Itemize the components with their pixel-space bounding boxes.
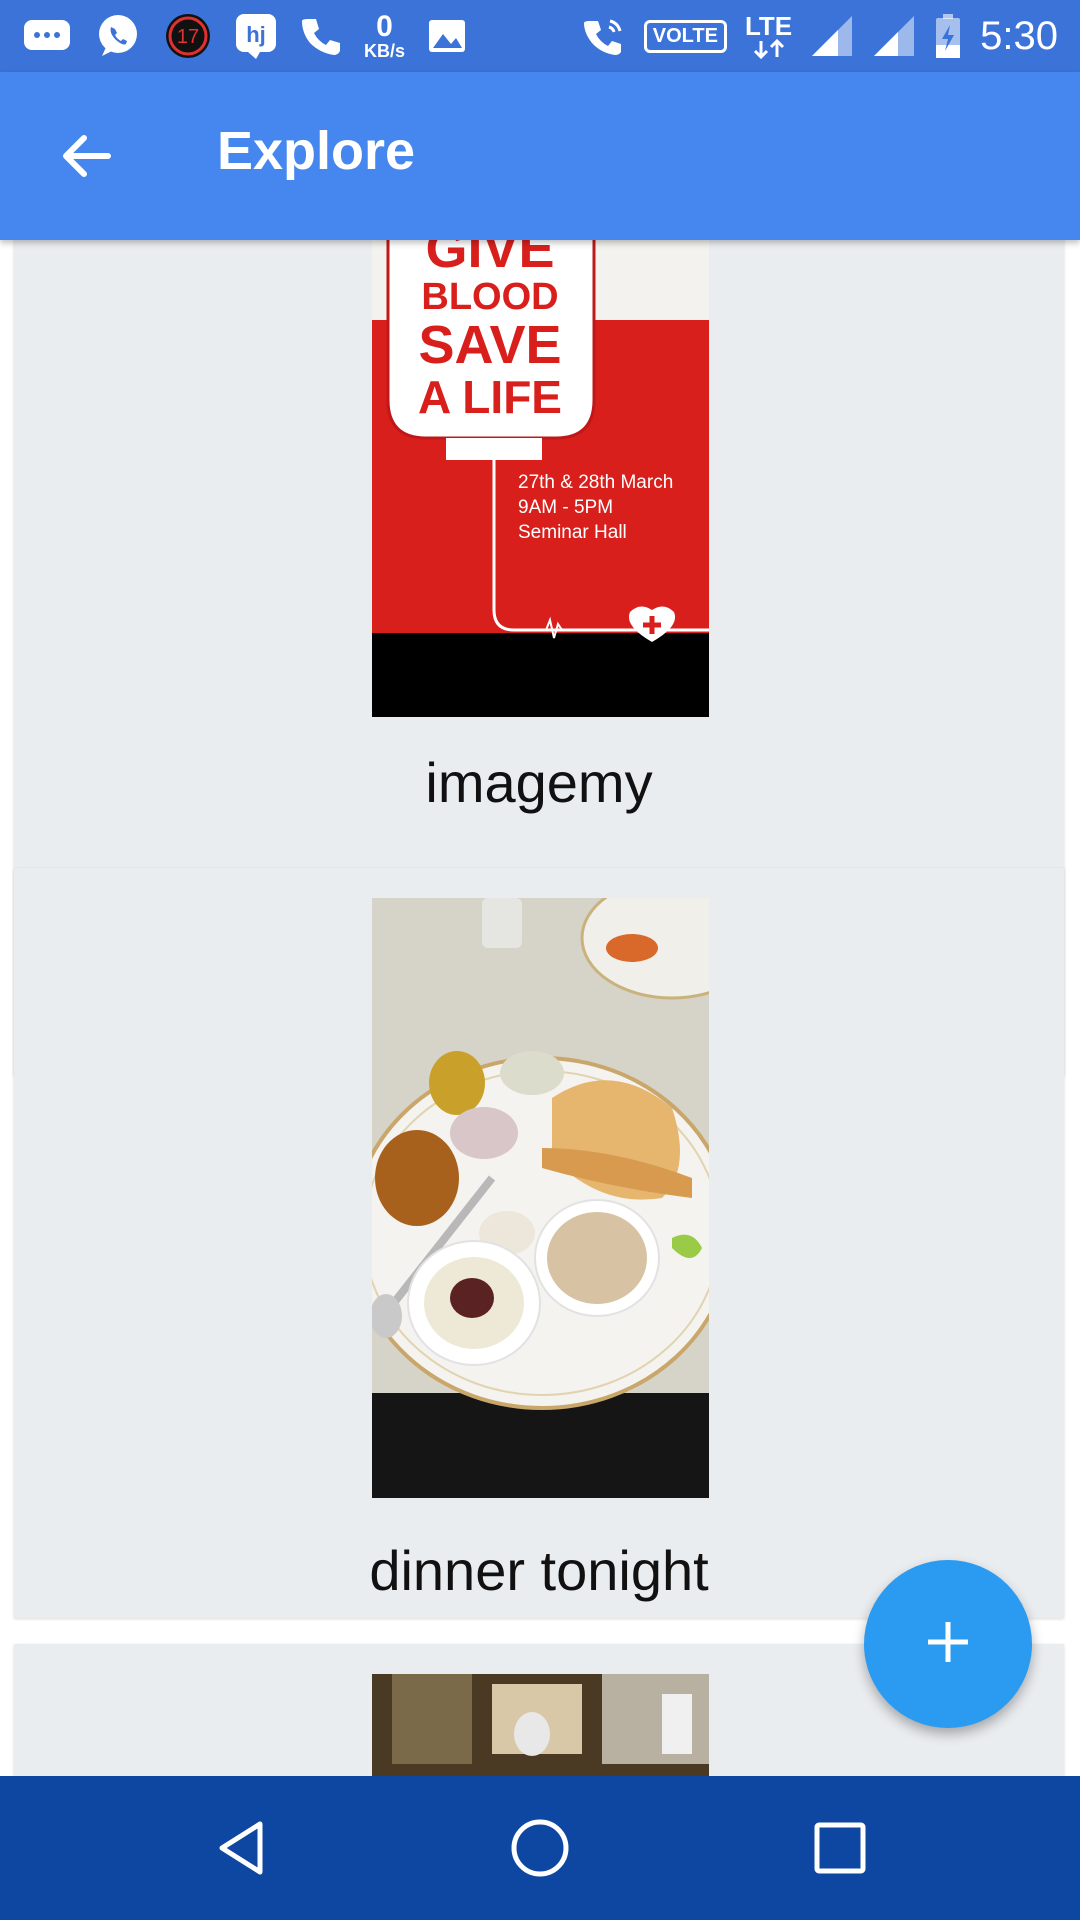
svg-text:17: 17: [177, 26, 199, 48]
post-caption: imagemy: [425, 751, 653, 814]
poster-line-1: GIVE: [425, 240, 555, 279]
poster-time: 9AM - 5PM: [518, 497, 614, 518]
volte-indicator: VOLTE: [643, 19, 727, 53]
add-post-button[interactable]: [864, 1560, 1032, 1728]
network-speed: 0 KB/s: [364, 10, 406, 61]
signal-strength-icon: [810, 14, 854, 58]
page-title: Explore: [217, 121, 416, 181]
message-icon: [22, 16, 72, 56]
post-image[interactable]: [372, 898, 709, 1498]
nav-back-button[interactable]: [206, 1812, 278, 1884]
nav-home-button[interactable]: [504, 1812, 576, 1884]
wifi-call-icon: [583, 15, 626, 57]
battery-charging-icon: [934, 13, 962, 59]
recents-icon: [814, 1822, 866, 1874]
poster-line-3: SAVE: [418, 315, 562, 375]
nav-recents-button[interactable]: [804, 1812, 876, 1884]
back-icon: [219, 1821, 263, 1875]
post-image[interactable]: [372, 1674, 709, 1776]
notification-badge-icon: 17: [164, 12, 212, 60]
hj-app-icon: hj: [234, 12, 278, 60]
poster-line-2: BLOOD: [421, 276, 559, 318]
app-bar: Explore: [0, 72, 1080, 240]
plus-icon: [924, 1618, 972, 1671]
poster-line-4: A LIFE: [418, 371, 562, 423]
poster-date: 27th & 28th March: [518, 472, 674, 493]
status-bar: 17 hj 0 KB/s VOLTE LTE 5:30: [0, 0, 1080, 72]
lte-indicator: LTE: [745, 13, 792, 59]
home-icon: [511, 1819, 569, 1877]
back-arrow-icon[interactable]: [56, 124, 120, 188]
clock: 5:30: [980, 13, 1058, 58]
signal-strength-2-icon: [872, 14, 916, 58]
post-image[interactable]: GIVE BLOOD SAVE A LIFE 27th & 28th March…: [372, 240, 709, 717]
gallery-icon: [427, 16, 467, 56]
poster-venue: Seminar Hall: [518, 522, 627, 543]
phone-icon: [300, 15, 342, 57]
post-card[interactable]: dinner tonight: [14, 868, 1064, 1618]
whatsapp-icon: [94, 12, 142, 60]
system-nav-bar: [0, 1776, 1080, 1920]
explore-feed[interactable]: GIVE BLOOD SAVE A LIFE 27th & 28th March…: [0, 240, 1080, 1776]
svg-text:hj: hj: [246, 22, 266, 47]
